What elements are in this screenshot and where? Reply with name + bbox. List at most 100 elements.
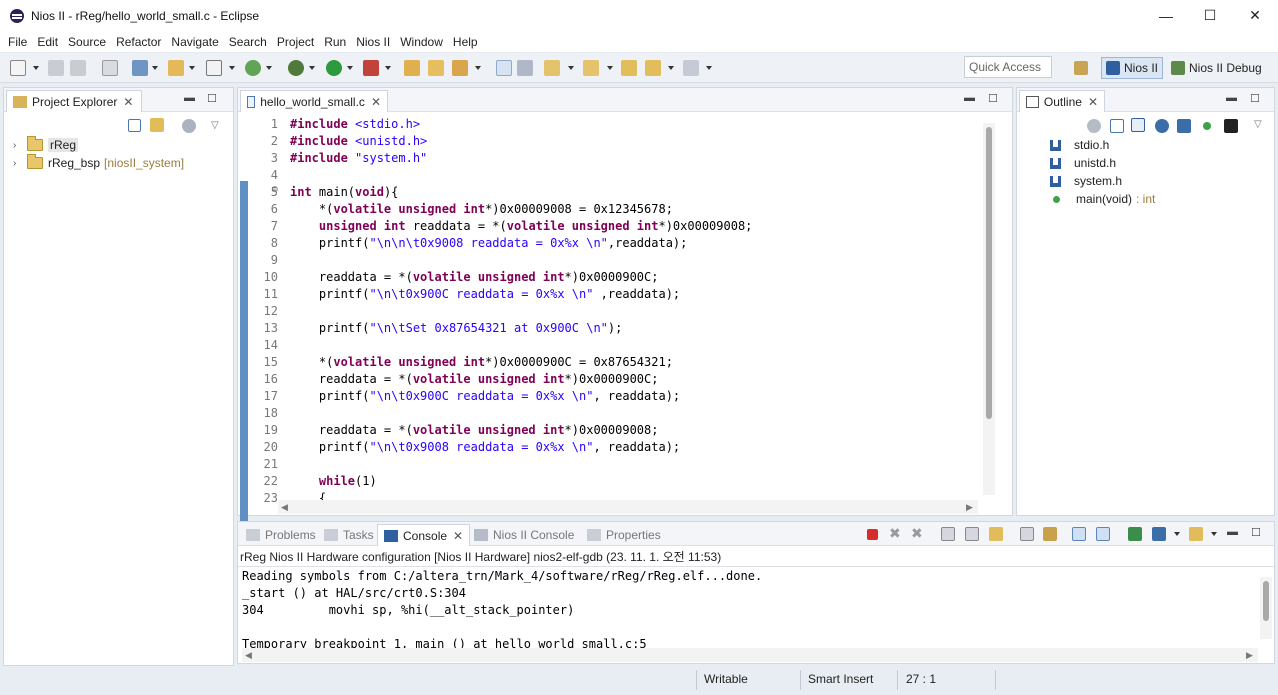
prev-annotation-icon[interactable] xyxy=(583,60,599,76)
code-line[interactable]: 9 xyxy=(254,252,752,269)
last-edit-icon[interactable] xyxy=(621,60,637,76)
folder-dropdown-icon[interactable] xyxy=(189,66,195,70)
code-line[interactable]: 5 int main(void){ xyxy=(254,184,752,201)
hide-non-public-icon[interactable] xyxy=(1177,119,1191,133)
editor-vscroll-thumb[interactable] xyxy=(986,127,992,419)
console-vscroll-thumb[interactable] xyxy=(1263,581,1269,621)
tab-properties[interactable]: Properties xyxy=(581,524,667,546)
word-wrap-icon[interactable] xyxy=(989,527,1003,541)
code-line[interactable]: 21 xyxy=(254,456,752,473)
menu-source[interactable]: Source xyxy=(64,35,110,49)
minimize-view-icon[interactable]: ▬ xyxy=(1227,526,1238,538)
code-line[interactable]: 12 xyxy=(254,303,752,320)
code-line[interactable]: 22 while(1) xyxy=(254,473,752,490)
menu-window[interactable]: Window xyxy=(396,35,447,49)
code-line[interactable]: 1 #include <stdio.h> xyxy=(254,116,752,133)
tree-item-rreg[interactable]: › rReg xyxy=(13,136,79,154)
code-line[interactable]: 16 readdata = *(volatile unsigned int*)0… xyxy=(254,371,752,388)
console-vertical-scrollbar[interactable] xyxy=(1260,577,1272,639)
maximize-view-icon[interactable]: ☐ xyxy=(1251,526,1261,539)
code-line[interactable]: 17 printf("\n\t0x900C readdata = 0x%x \n… xyxy=(254,388,752,405)
chevron-right-icon[interactable]: › xyxy=(13,140,23,151)
menu-nios-ii[interactable]: Nios II xyxy=(352,35,394,49)
console-options-dropdown-icon[interactable] xyxy=(1211,532,1217,536)
next-annotation-icon[interactable] xyxy=(544,60,560,76)
search-icon[interactable] xyxy=(452,60,468,76)
code-line[interactable]: 18 xyxy=(254,405,752,422)
show-stdout-icon[interactable] xyxy=(1020,527,1034,541)
new-console-dropdown-icon[interactable] xyxy=(1174,532,1180,536)
open-folder-icon[interactable] xyxy=(168,60,184,76)
file-dropdown-icon[interactable] xyxy=(229,66,235,70)
editor-horizontal-scrollbar[interactable]: ◀ ▶ xyxy=(278,500,978,514)
tab-console[interactable]: Console ✕ xyxy=(377,524,471,546)
new-project-icon[interactable] xyxy=(132,60,148,76)
scroll-right-icon[interactable]: ▶ xyxy=(966,502,973,513)
tab-project-explorer[interactable]: Project Explorer ✕ xyxy=(6,90,142,112)
close-tab-icon[interactable]: ✕ xyxy=(453,529,463,543)
link-editor-icon[interactable] xyxy=(150,118,164,132)
console-horizontal-scrollbar[interactable]: ◀ ▶ xyxy=(242,648,1258,662)
display-selected-icon[interactable] xyxy=(1096,527,1110,541)
code-line[interactable]: 6 *(volatile unsigned int*)0x00009008 = … xyxy=(254,201,752,218)
forward-icon[interactable] xyxy=(683,60,699,76)
tab-tasks[interactable]: Tasks xyxy=(318,524,380,546)
next-annotation-dropdown-icon[interactable] xyxy=(568,66,574,70)
external-tools-icon[interactable] xyxy=(363,60,379,76)
code-line[interactable]: 8 printf("\n\n\t0x9008 readdata = 0x%x \… xyxy=(254,235,752,252)
scroll-lock-icon[interactable] xyxy=(965,527,979,541)
close-button[interactable]: ✕ xyxy=(1232,0,1278,31)
outline-item-main[interactable]: main(void) : int xyxy=(1050,190,1155,208)
show-stderr-icon[interactable] xyxy=(1043,527,1057,541)
perspective-nios-ii[interactable]: Nios II xyxy=(1101,57,1164,79)
perspective-nios-ii-debug[interactable]: Nios II Debug xyxy=(1167,57,1266,79)
save-icon[interactable] xyxy=(48,60,64,76)
external-tools-dropdown-icon[interactable] xyxy=(385,66,391,70)
menu-refactor[interactable]: Refactor xyxy=(112,35,165,49)
minimize-button[interactable]: — xyxy=(1143,0,1189,31)
forward-dropdown-icon[interactable] xyxy=(706,66,712,70)
code-line[interactable]: 15 *(volatile unsigned int*)0x0000900C =… xyxy=(254,354,752,371)
tree-item-rreg-bsp[interactable]: › rReg_bsp [niosII_system] xyxy=(13,154,184,172)
new-icon[interactable] xyxy=(10,60,26,76)
editor-vertical-scrollbar[interactable] xyxy=(983,123,995,495)
pin-console-icon[interactable] xyxy=(1072,527,1086,541)
code-line[interactable]: 3 #include "system.h" xyxy=(254,150,752,167)
view-menu-icon[interactable]: ▽ xyxy=(211,120,219,131)
code-area[interactable]: 1 #include <stdio.h> 2 #include <unistd.h> 3… xyxy=(254,116,753,507)
terminate-icon[interactable] xyxy=(867,529,878,540)
console-options-icon[interactable] xyxy=(1189,527,1203,541)
minimize-view-icon[interactable]: ▬ xyxy=(1226,92,1237,104)
debug-icon[interactable] xyxy=(288,60,304,76)
open-console-icon[interactable] xyxy=(1128,527,1142,541)
menu-run[interactable]: Run xyxy=(320,35,350,49)
new-project-dropdown-icon[interactable] xyxy=(152,66,158,70)
filters-icon[interactable] xyxy=(182,119,196,133)
remove-launch-icon[interactable]: ✖ xyxy=(889,525,901,542)
hide-fields-icon[interactable] xyxy=(1087,119,1101,133)
hide-members-icon[interactable] xyxy=(1203,122,1211,130)
view-menu-icon[interactable]: ▽ xyxy=(1254,119,1262,130)
code-line[interactable]: 11 printf("\n\t0x900C readdata = 0x%x \n… xyxy=(254,286,752,303)
sort-icon[interactable] xyxy=(1131,118,1145,132)
close-tab-icon[interactable]: ✕ xyxy=(123,95,133,109)
maximize-button[interactable]: ☐ xyxy=(1187,0,1233,31)
menu-navigate[interactable]: Navigate xyxy=(167,35,222,49)
scroll-left-icon[interactable]: ◀ xyxy=(245,650,252,661)
outline-item-system[interactable]: system.h xyxy=(1050,172,1122,190)
outline-item-stdio[interactable]: stdio.h xyxy=(1050,136,1109,154)
minimize-view-icon[interactable]: ▬ xyxy=(184,92,195,104)
back-icon[interactable] xyxy=(645,60,661,76)
remove-all-icon[interactable]: ✖ xyxy=(911,525,923,542)
outline-item-unistd[interactable]: unistd.h xyxy=(1050,154,1116,172)
chevron-right-icon[interactable]: › xyxy=(13,158,23,169)
open-perspective-icon[interactable] xyxy=(1074,61,1088,75)
prev-annotation-dropdown-icon[interactable] xyxy=(607,66,613,70)
menu-project[interactable]: Project xyxy=(273,35,318,49)
menu-help[interactable]: Help xyxy=(449,35,482,49)
console-output-area[interactable]: Reading symbols from C:/altera_trn/Mark_… xyxy=(238,566,1274,649)
maximize-editor-icon[interactable]: ☐ xyxy=(988,92,998,105)
code-line[interactable]: 19 readdata = *(volatile unsigned int*)0… xyxy=(254,422,752,439)
run-dropdown-icon[interactable] xyxy=(347,66,353,70)
fold-collapse-icon[interactable]: ⊖ xyxy=(271,184,279,195)
